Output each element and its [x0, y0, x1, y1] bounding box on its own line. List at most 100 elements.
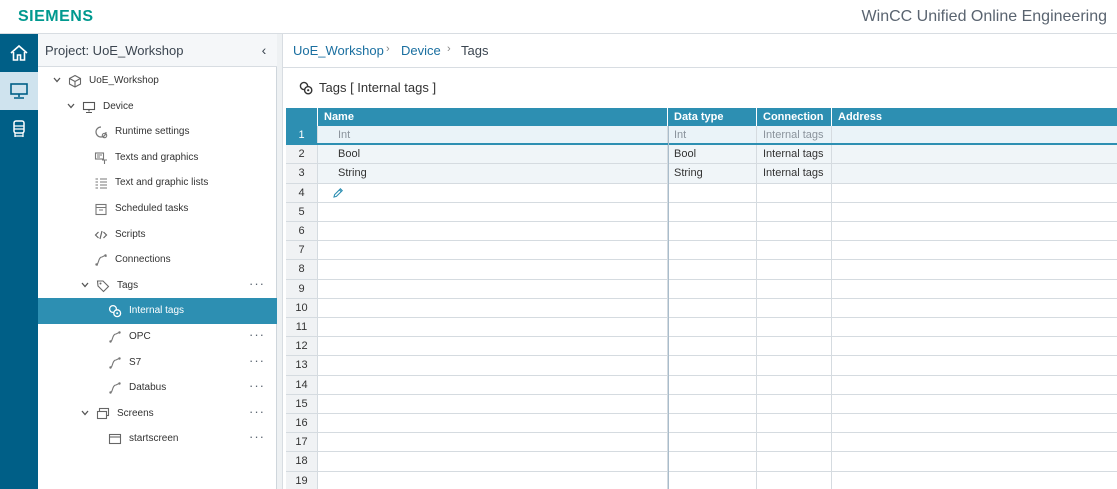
cell-address[interactable] — [832, 203, 1117, 221]
cell-name[interactable] — [318, 337, 668, 356]
tree-item-s7[interactable]: S7 ··· — [38, 350, 277, 376]
cell-connection[interactable] — [757, 183, 832, 202]
breadcrumb-item-device[interactable]: Device — [401, 43, 441, 58]
row-number[interactable]: 2 — [286, 145, 318, 164]
cell-address[interactable] — [832, 395, 1117, 413]
cell-name[interactable] — [318, 375, 668, 394]
cell-name[interactable] — [318, 452, 668, 471]
column-header-address[interactable]: Address — [832, 108, 1117, 126]
tree-item-texts-and-graphics[interactable]: Texts and graphics — [38, 145, 277, 171]
table-row[interactable]: 16 — [286, 414, 1117, 434]
tree-item-connections[interactable]: Connections — [38, 247, 277, 273]
runtime-button[interactable] — [0, 110, 38, 148]
table-row[interactable]: 8 — [286, 260, 1117, 280]
chevron-down-icon[interactable] — [66, 101, 76, 111]
cell-name[interactable] — [318, 202, 668, 221]
table-row[interactable]: 1 Int Int Internal tags — [286, 126, 1117, 146]
cell-data-type[interactable] — [668, 318, 757, 337]
cell-address[interactable] — [832, 356, 1117, 374]
cell-data-type[interactable] — [668, 375, 757, 394]
table-row[interactable]: 19 — [286, 471, 1117, 489]
table-row[interactable]: 11 — [286, 318, 1117, 338]
cell-name[interactable] — [318, 471, 668, 489]
cell-address[interactable] — [832, 222, 1117, 240]
cell-data-type[interactable] — [668, 394, 757, 413]
tree-item-text-and-graphic-lists[interactable]: Text and graphic lists — [38, 170, 277, 196]
tree-item-runtime-settings[interactable]: Runtime settings — [38, 119, 277, 145]
row-number[interactable]: 12 — [286, 337, 318, 356]
cell-data-type[interactable] — [668, 471, 757, 489]
cell-address[interactable] — [832, 472, 1117, 489]
cell-data-type[interactable] — [668, 337, 757, 356]
cell-connection[interactable]: Internal tags — [757, 145, 832, 164]
row-number[interactable]: 14 — [286, 375, 318, 394]
cell-address[interactable] — [832, 376, 1117, 394]
cell-name[interactable] — [318, 414, 668, 433]
table-row[interactable]: 17 — [286, 433, 1117, 453]
cell-name[interactable]: String — [318, 164, 668, 183]
cell-address[interactable] — [832, 337, 1117, 355]
tree-item-tags[interactable]: Tags ··· — [38, 273, 277, 299]
row-number[interactable]: 17 — [286, 433, 318, 452]
cell-address[interactable] — [832, 145, 1117, 163]
cell-connection[interactable] — [757, 452, 832, 471]
cell-data-type[interactable] — [668, 452, 757, 471]
row-number[interactable]: 1 — [286, 126, 318, 144]
cell-name[interactable] — [318, 318, 668, 337]
more-options-button[interactable]: ··· — [249, 429, 265, 444]
table-row[interactable]: 3 String String Internal tags — [286, 164, 1117, 184]
cell-data-type[interactable] — [668, 222, 757, 241]
column-header-connection[interactable]: Connection — [757, 108, 832, 126]
tree-item-opc[interactable]: OPC ··· — [38, 324, 277, 350]
row-number[interactable]: 18 — [286, 452, 318, 471]
cell-address[interactable] — [832, 318, 1117, 336]
cell-connection[interactable] — [757, 222, 832, 241]
cell-data-type[interactable]: Bool — [668, 145, 757, 164]
row-number[interactable]: 15 — [286, 394, 318, 413]
cell-data-type[interactable] — [668, 241, 757, 260]
row-number[interactable]: 8 — [286, 260, 318, 279]
tree-item-uoe-workshop[interactable]: UoE_Workshop — [38, 68, 277, 94]
row-number[interactable]: 16 — [286, 414, 318, 433]
row-number[interactable]: 19 — [286, 471, 318, 489]
cell-name[interactable] — [318, 279, 668, 298]
row-number[interactable]: 3 — [286, 164, 318, 183]
cell-name[interactable] — [318, 394, 668, 413]
table-row[interactable]: 5 — [286, 202, 1117, 222]
more-options-button[interactable]: ··· — [249, 327, 265, 342]
cell-data-type[interactable] — [668, 183, 757, 202]
table-row[interactable]: 15 — [286, 394, 1117, 414]
cell-data-type[interactable] — [668, 260, 757, 279]
more-options-button[interactable]: ··· — [249, 378, 265, 393]
cell-data-type[interactable] — [668, 202, 757, 221]
pencil-icon[interactable] — [332, 187, 344, 199]
table-row[interactable]: 6 — [286, 222, 1117, 242]
cell-connection[interactable] — [757, 260, 832, 279]
cell-connection[interactable] — [757, 202, 832, 221]
row-number[interactable]: 13 — [286, 356, 318, 375]
cell-address[interactable] — [832, 299, 1117, 317]
cell-address[interactable] — [832, 126, 1117, 143]
cell-connection[interactable] — [757, 318, 832, 337]
cell-data-type[interactable]: String — [668, 164, 757, 183]
tree-item-scripts[interactable]: Scripts — [38, 222, 277, 248]
cell-connection[interactable] — [757, 241, 832, 260]
row-number[interactable]: 9 — [286, 279, 318, 298]
cell-connection[interactable] — [757, 471, 832, 489]
collapse-panel-button[interactable]: ‹ — [257, 41, 271, 59]
cell-name[interactable] — [318, 356, 668, 375]
column-header-name[interactable]: Name — [318, 108, 668, 126]
cell-data-type[interactable] — [668, 414, 757, 433]
cell-name[interactable]: Int — [318, 126, 668, 144]
row-number[interactable]: 11 — [286, 318, 318, 337]
row-number[interactable]: 4 — [286, 183, 318, 202]
cell-connection[interactable]: Internal tags — [757, 164, 832, 183]
table-row[interactable]: 2 Bool Bool Internal tags — [286, 145, 1117, 165]
row-number[interactable]: 6 — [286, 222, 318, 241]
tree-item-databus[interactable]: Databus ··· — [38, 375, 277, 401]
row-number[interactable]: 10 — [286, 298, 318, 317]
breadcrumb-item-project[interactable]: UoE_Workshop — [293, 43, 384, 58]
cell-address[interactable] — [832, 260, 1117, 278]
row-number[interactable]: 7 — [286, 241, 318, 260]
cell-address[interactable] — [832, 433, 1117, 451]
